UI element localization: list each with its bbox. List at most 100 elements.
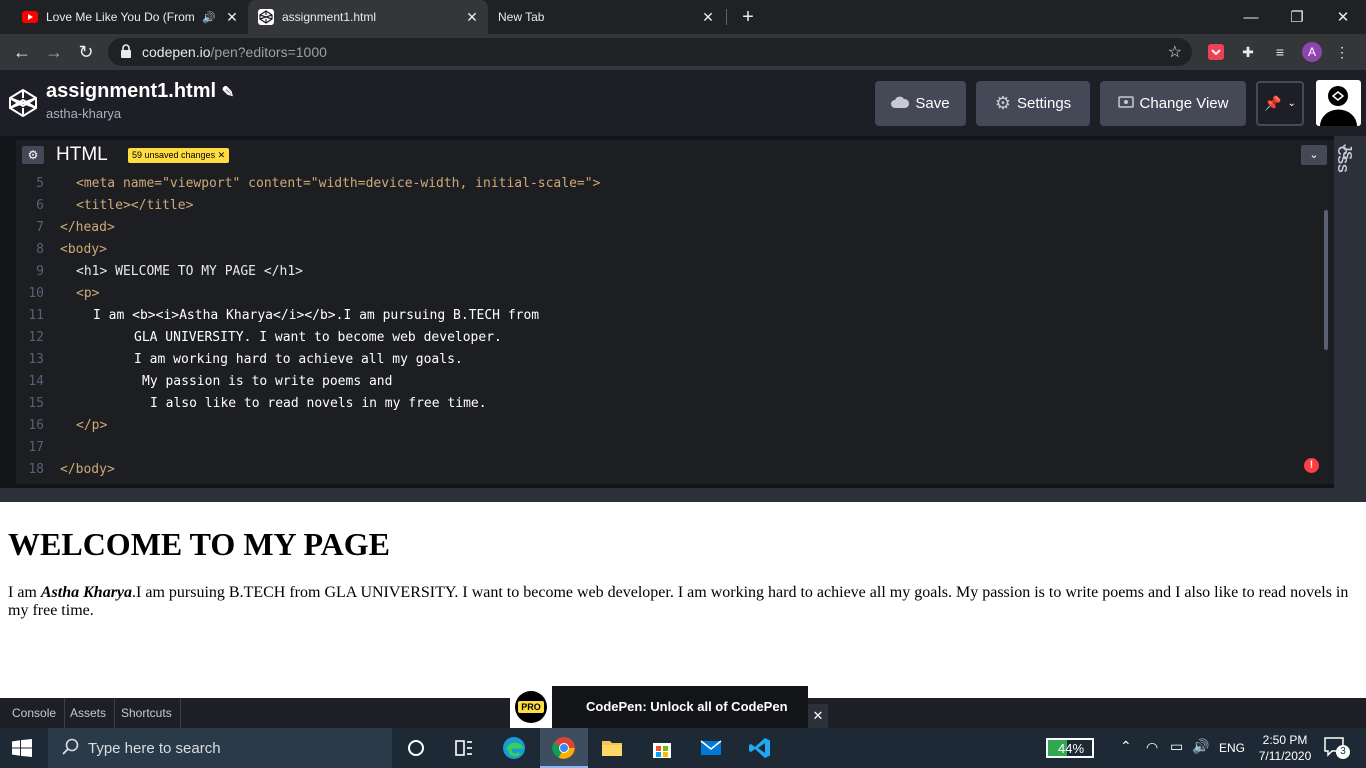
close-icon[interactable]: ✕ [464, 9, 480, 25]
power-icon[interactable]: ▭ [1170, 738, 1183, 755]
battery-indicator[interactable]: 44% [1046, 738, 1094, 758]
reload-button[interactable]: ↻ [74, 40, 98, 64]
pro-promo-banner[interactable]: PRO CodePen: Unlock all of CodePen [510, 686, 808, 728]
profile-avatar[interactable]: A [1302, 42, 1322, 62]
notification-center-icon[interactable]: 3 [1324, 737, 1350, 759]
windows-start-icon[interactable] [12, 739, 32, 762]
pin-icon: 📌 [1264, 95, 1282, 111]
battery-text: 44% [1058, 741, 1085, 756]
cloud-icon [891, 95, 910, 112]
back-button[interactable]: ← [10, 40, 34, 64]
editor-settings-gear-icon[interactable]: ⚙ [22, 146, 44, 164]
mail-icon[interactable] [699, 736, 723, 760]
promo-close-button[interactable]: ✕ [808, 704, 828, 728]
settings-button[interactable]: ⚙ Settings [976, 81, 1090, 126]
code-line: <h1> WELCOME TO MY PAGE </h1> [76, 264, 303, 279]
line-number: 7 [36, 220, 44, 235]
pin-menu-button[interactable]: 📌 ⌄ [1256, 81, 1304, 126]
bookmark-star-icon[interactable]: ☆ [1168, 42, 1182, 62]
wifi-icon[interactable]: ◠ [1146, 739, 1158, 756]
code-line: I also like to read novels in my free ti… [150, 396, 487, 411]
volume-icon[interactable]: 🔊 [1192, 738, 1209, 755]
preview-name: Astha Kharya [40, 584, 133, 601]
close-icon[interactable]: ✕ [700, 9, 716, 25]
pen-title[interactable]: assignment1.html ✎ [46, 80, 234, 103]
code-line: I am <b><i>Astha Kharya</i></b>.I am pur… [93, 308, 540, 323]
chrome-menu-icon[interactable]: ⋮ [1332, 42, 1352, 62]
audio-icon[interactable]: 🔊 [202, 11, 216, 24]
pro-logo: PRO [510, 686, 552, 728]
task-view-icon[interactable] [452, 736, 476, 760]
editor-area: ⚙ HTML 59 unsaved changes ✕ ⌄ 5 6 7 8 9 … [0, 136, 1366, 488]
code-line: <body> [60, 242, 107, 257]
restore-button[interactable]: ❐ [1274, 0, 1320, 34]
codepen-header: assignment1.html ✎ astha-kharya Save ⚙ S… [0, 70, 1366, 136]
close-icon[interactable]: ✕ [224, 9, 240, 25]
unsaved-changes-text: 59 unsaved changes [132, 150, 216, 160]
store-icon[interactable] [650, 736, 674, 760]
edge-icon[interactable] [502, 736, 526, 760]
code-line: My passion is to write poems and [142, 374, 393, 389]
windows-taskbar: Type here to search 44% ⌃ ◠ ▭ 🔊 ENG 2:50… [0, 728, 1366, 768]
chevron-down-icon: ⌄ [1287, 98, 1296, 109]
address-bar[interactable]: codepen.io/pen?editors=1000 ☆ [108, 38, 1192, 66]
url-path: /pen?editors=1000 [210, 44, 327, 60]
pro-promo-text: CodePen: Unlock all of CodePen [586, 699, 788, 714]
chrome-taskbar-button[interactable] [540, 728, 588, 768]
tab-youtube[interactable]: Love Me Like You Do (From 🔊 ✕ [12, 0, 248, 34]
html-editor-header: ⚙ HTML 59 unsaved changes ✕ ⌄ [16, 140, 1334, 170]
pocket-extension-icon[interactable] [1206, 42, 1226, 62]
search-icon [62, 738, 80, 760]
tab-title: New Tab [498, 10, 545, 24]
edit-pencil-icon[interactable]: ✎ [222, 84, 235, 101]
close-icon[interactable]: ✕ [218, 150, 226, 160]
line-number: 18 [28, 462, 44, 477]
file-explorer-icon[interactable] [600, 736, 624, 760]
cortana-icon[interactable] [404, 736, 428, 760]
language-indicator[interactable]: ENG [1219, 741, 1245, 755]
tab-divider [726, 9, 727, 25]
unsaved-changes-badge[interactable]: 59 unsaved changes ✕ [128, 148, 230, 163]
pen-author[interactable]: astha-kharya [46, 106, 121, 121]
new-tab-button[interactable]: + [736, 5, 760, 29]
clock[interactable]: 2:50 PM 7/11/2020 [1254, 732, 1316, 764]
tab-codepen[interactable]: assignment1.html ✕ [248, 0, 488, 34]
console-button[interactable]: Console [4, 698, 66, 728]
change-view-button[interactable]: Change View [1100, 81, 1246, 126]
line-number: 6 [36, 198, 44, 213]
codepen-logo-icon[interactable] [8, 88, 38, 123]
editor-collapse-button[interactable]: ⌄ [1301, 145, 1327, 165]
line-number: 15 [28, 396, 44, 411]
url-host: codepen.io [142, 44, 211, 60]
save-button[interactable]: Save [875, 81, 966, 126]
vscode-icon[interactable] [748, 736, 772, 760]
assets-button[interactable]: Assets [62, 698, 116, 728]
code-line: GLA UNIVERSITY. I want to become web dev… [134, 330, 502, 345]
extensions-puzzle-icon[interactable]: ✚ [1238, 42, 1258, 62]
save-label: Save [915, 95, 950, 112]
chevron-up-icon[interactable]: ⌃ [1120, 738, 1132, 755]
minimize-button[interactable]: — [1228, 0, 1274, 34]
line-number: 16 [28, 418, 44, 433]
tab-css[interactable]: CSS [1335, 146, 1350, 173]
tab-new-tab[interactable]: New Tab ✕ [488, 0, 724, 34]
line-number: 13 [28, 352, 44, 367]
close-window-button[interactable]: ✕ [1320, 0, 1366, 34]
tab-title: Love Me Like You Do (From [46, 10, 195, 24]
taskbar-search-box[interactable]: Type here to search [48, 728, 392, 768]
error-icon[interactable]: ! [1304, 458, 1319, 473]
code-line: </head> [60, 220, 115, 235]
shortcuts-button[interactable]: Shortcuts [113, 698, 181, 728]
preview-paragraph: I am Astha Kharya.I am pursuing B.TECH f… [8, 584, 1358, 620]
tab-title: assignment1.html [282, 10, 377, 24]
pro-badge: PRO [518, 701, 544, 713]
media-control-icon[interactable]: ≡ [1270, 42, 1290, 62]
line-number: 17 [28, 440, 44, 455]
layout-icon [1117, 95, 1134, 112]
preview-text: I am [8, 584, 41, 601]
forward-button[interactable]: → [42, 40, 66, 64]
user-avatar[interactable] [1316, 80, 1361, 126]
search-placeholder: Type here to search [88, 739, 221, 757]
code-editor[interactable]: 5 6 7 8 9 10 11 12 13 14 15 16 17 18 <me… [16, 170, 1334, 484]
editor-scrollbar[interactable] [1324, 210, 1328, 350]
